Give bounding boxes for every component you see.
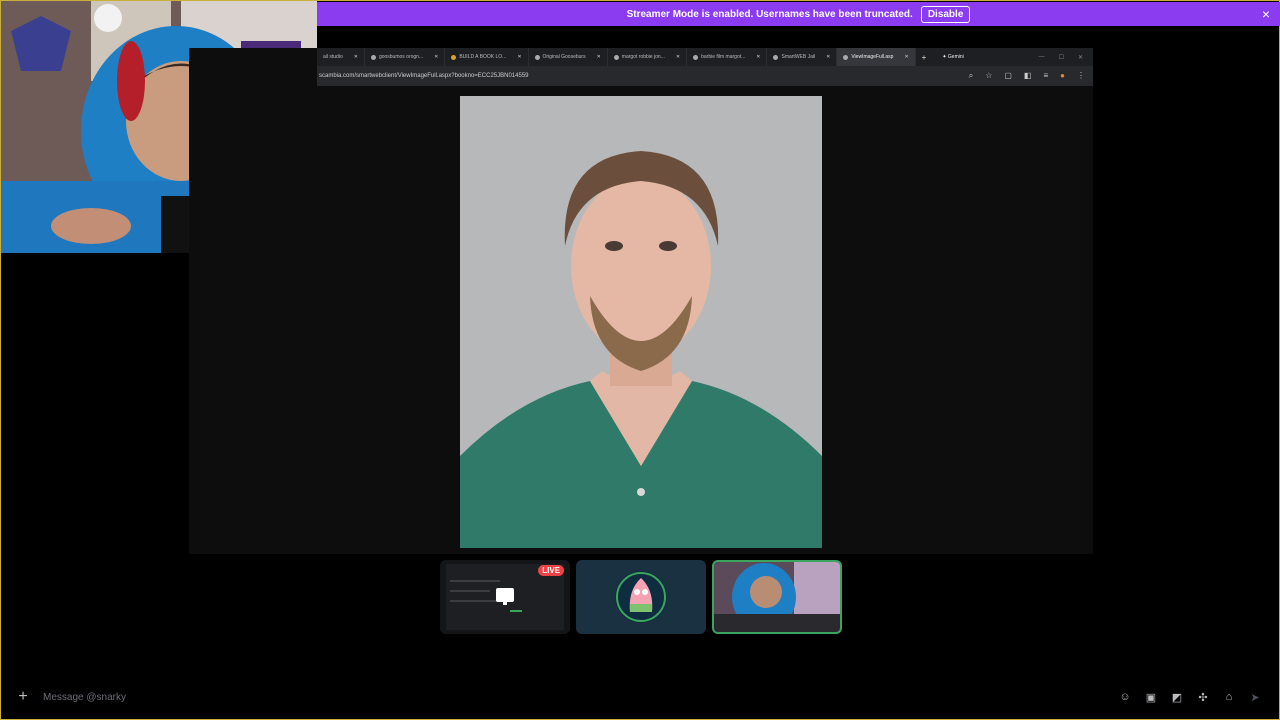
streamer-mode-banner: Streamer Mode is enabled. Usernames have… — [317, 2, 1280, 26]
url-text[interactable]: scambia.com/smartwebclient/ViewImageFull… — [319, 73, 969, 79]
browser-tab[interactable]: BUILD A BOOK LO... ✕ — [445, 48, 529, 66]
close-tab-icon[interactable]: ✕ — [354, 54, 358, 60]
browser-tab[interactable]: margot robbie jon... ✕ — [608, 48, 688, 66]
gif-icon[interactable]: ▣ — [1145, 691, 1157, 704]
sidebar-icon[interactable]: ◧ — [1024, 71, 1032, 81]
camera-tile[interactable] — [712, 560, 842, 634]
extensions-icon[interactable]: ▢ — [1004, 71, 1012, 81]
close-tab-icon[interactable]: ✕ — [434, 54, 438, 60]
browser-tab-active[interactable]: ViewImageFull.asp ✕ — [837, 48, 916, 66]
profile-icon[interactable]: ● — [1060, 71, 1065, 81]
browser-tab[interactable]: Original Gooseburs ✕ — [529, 48, 608, 66]
tab-label: barbie film margot... — [701, 54, 746, 60]
stream-tile[interactable]: LIVE — [440, 560, 570, 634]
banner-message: Streamer Mode is enabled. Usernames have… — [626, 8, 913, 20]
close-tab-icon[interactable]: ✕ — [676, 54, 680, 60]
browser-tab[interactable]: goosbumos orogn... ✕ — [365, 48, 446, 66]
message-tools: ☺ ▣ ◩ ✣ ⌂ ➤ — [1119, 691, 1279, 704]
tab-label: SmartWEB Jail — [781, 54, 816, 60]
tab-label: goosbumos orogn... — [378, 54, 424, 60]
new-tab-icon[interactable]: + — [916, 53, 933, 62]
browser-toolbar: ⌕ ☆ ▢ ◧ ≡ ● ⋮ — [969, 71, 1093, 81]
screen-share-stage[interactable]: ail studio ✕ goosbumos orogn... ✕ BUILD A … — [189, 48, 1093, 554]
tab-label: margot robbie jon... — [621, 54, 665, 60]
close-window-icon[interactable]: ✕ — [1078, 54, 1083, 61]
avatar-tile[interactable] — [576, 560, 706, 634]
google-icon — [693, 54, 699, 60]
avatar — [615, 571, 667, 623]
address-bar[interactable]: scambia.com/smartwebclient/ViewImageFull… — [317, 66, 1093, 86]
participant-tiles: LIVE — [440, 560, 842, 634]
booking-photo — [460, 96, 822, 548]
google-icon — [370, 54, 376, 60]
site-icon — [773, 54, 779, 60]
apps-icon[interactable]: ✣ — [1197, 691, 1209, 704]
message-bar: + Message @snarky ☺ ▣ ◩ ✣ ⌂ ➤ — [3, 687, 1279, 707]
google-icon — [613, 54, 619, 60]
zoom-icon[interactable]: ⌕ — [969, 71, 973, 81]
app-frame: Streamer Mode is enabled. Usernames have… — [0, 0, 1280, 720]
site-icon — [534, 54, 540, 60]
browser-tab-strip: ail studio ✕ goosbumos orogn... ✕ BUILD A … — [317, 48, 1093, 66]
live-badge: LIVE — [538, 565, 564, 576]
message-input[interactable]: Message @snarky — [43, 692, 1119, 703]
close-tab-icon[interactable]: ✕ — [904, 54, 908, 60]
sticker-icon[interactable]: ◩ — [1171, 691, 1183, 704]
minimize-icon[interactable]: — — [1039, 54, 1045, 61]
tab-label: BUILD A BOOK LO... — [459, 54, 507, 60]
menu-kebab-icon[interactable]: ⋮ — [1077, 71, 1085, 81]
tab-label: ViewImageFull.asp — [851, 54, 894, 60]
browser-tab[interactable]: barbie film margot... ✕ — [687, 48, 768, 66]
browser-tab[interactable]: ail studio ✕ — [317, 48, 365, 66]
close-icon[interactable]: × — [1262, 6, 1270, 22]
browser-tab[interactable]: SmartWEB Jail ✕ — [767, 48, 838, 66]
add-attachment-icon[interactable]: + — [3, 688, 43, 706]
site-icon — [451, 54, 457, 60]
gift-icon[interactable]: ⌂ — [1223, 691, 1235, 703]
disable-streamer-mode-button[interactable]: Disable — [920, 5, 971, 23]
close-tab-icon[interactable]: ✕ — [517, 54, 521, 60]
site-icon — [843, 54, 849, 60]
media-icon[interactable]: ≡ — [1043, 71, 1048, 81]
close-tab-icon[interactable]: ✕ — [756, 54, 760, 60]
emoji-icon[interactable]: ☺ — [1119, 691, 1131, 703]
screen-share-icon — [496, 588, 514, 605]
tab-label: Original Gooseburs — [542, 54, 586, 60]
tab-label: ail studio — [323, 54, 343, 60]
gemini-button[interactable]: ✦ Gemini — [932, 54, 973, 60]
close-tab-icon[interactable]: ✕ — [597, 54, 601, 60]
close-tab-icon[interactable]: ✕ — [826, 54, 830, 60]
maximize-icon[interactable]: ☐ — [1059, 54, 1064, 61]
send-icon[interactable]: ➤ — [1249, 691, 1261, 704]
window-controls: — ☐ ✕ — [1039, 54, 1093, 61]
bookmark-star-icon[interactable]: ☆ — [985, 71, 992, 81]
